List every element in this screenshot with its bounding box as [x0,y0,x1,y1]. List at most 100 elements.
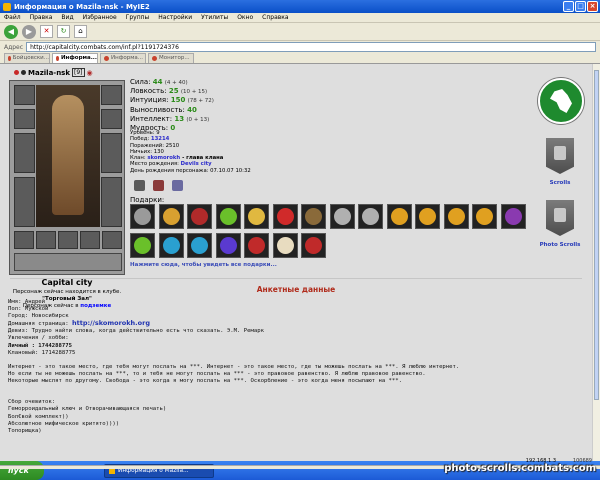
character-avatar [36,85,100,227]
gift-item[interactable] [130,233,155,258]
blue-mushroom-icon [162,237,180,254]
shield-slot[interactable] [101,133,122,173]
photo-scrolls-label[interactable]: Photo Scrolls [535,242,585,248]
gift-item[interactable] [472,204,497,229]
menu-utilities[interactable]: Утилиты [201,14,228,21]
menu-file[interactable]: Файл [4,14,21,21]
medal-icon[interactable] [153,180,164,191]
green-ring-icon [134,237,151,254]
address-input[interactable]: http://capitalcity.combats.com/inf.pl?11… [26,42,596,52]
gift-item[interactable] [272,204,298,229]
profile-list-item: Абсолютное мифическое критято)))) [8,420,120,427]
tab-monitor[interactable]: Монитор... [148,53,194,63]
scrolls-banner[interactable] [546,138,574,174]
profile-list-item: Бол€вой комплект)) [8,413,69,420]
refresh-icon[interactable]: ↻ [57,25,70,38]
helmet-slot[interactable] [14,85,35,105]
page-content: Mazila-nsk [9] ◉ Capital city Персонаж с… [0,64,592,465]
gift-item[interactable] [443,204,469,229]
maximize-button[interactable]: □ [575,1,586,12]
weapon-slot[interactable] [14,133,35,173]
gift-item[interactable] [187,204,212,229]
gift-item[interactable] [301,204,326,229]
clan-link[interactable]: skomorokh [147,155,180,161]
medal-icon[interactable] [134,180,145,191]
gift-item[interactable] [158,233,184,258]
gift-item[interactable] [358,204,383,229]
menu-favorites[interactable]: Избранное [83,14,117,21]
boots-slot[interactable] [101,177,122,227]
tab-info-active[interactable]: Информа... [52,53,98,63]
gift-item[interactable] [215,204,241,229]
gift-item[interactable] [158,204,184,229]
scrollbar-thumb[interactable] [594,70,599,400]
gift-item[interactable] [329,204,355,229]
menu-groups[interactable]: Группы [126,14,150,21]
gift-item[interactable] [272,233,298,258]
all-gifts-link[interactable]: Нажмите сюда, чтобы увидеть все подарки.… [130,262,277,268]
scrolls-label[interactable]: Scrolls [535,180,585,186]
tab-icon [56,56,59,61]
ring-slot[interactable] [102,231,122,249]
homepage-link[interactable]: http://skomorokh.org [72,319,150,327]
clan-emblem[interactable] [538,78,584,124]
menu-edit[interactable]: Правка [30,14,53,21]
earrings-slot[interactable] [101,85,122,105]
gift-item[interactable] [130,204,155,229]
stat-row: Интуиция: 150 (78 + 72) [130,96,214,105]
ring-slot[interactable] [80,231,100,249]
menu-view[interactable]: Вид [61,14,73,21]
red-card-icon [248,237,265,254]
gift-item[interactable] [415,204,440,229]
close-button[interactable]: × [587,1,598,12]
home-icon[interactable]: ⌂ [74,25,87,38]
gift-item[interactable] [215,233,241,258]
blue-mushroom-icon [191,237,208,254]
minimize-button[interactable]: _ [563,1,574,12]
tab-info[interactable]: Информа... [100,53,146,63]
belt-slots[interactable] [14,253,122,271]
vertical-scrollbar[interactable] [592,64,600,465]
address-label: Адрес [4,43,24,51]
profile-list-item: Топорищка) [8,427,42,434]
gift-item[interactable] [301,233,326,258]
menu-settings[interactable]: Настройки [158,14,192,21]
clan-icon[interactable] [21,70,26,75]
amulet-slot[interactable] [14,109,35,129]
tab-bar: Бойцовски... Информа... Информа... Монит… [0,53,600,64]
profile-text: Но если ты не можешь послать на ***, то … [8,370,426,377]
cauldron-icon [305,208,322,225]
ring-slot[interactable] [14,231,34,249]
tab-fights[interactable]: Бойцовски... [4,53,50,63]
menu-help[interactable]: Справка [262,14,288,21]
info-icon[interactable]: ◉ [87,69,93,77]
toolbar: ◀ ▶ ✕ ↻ ⌂ [0,23,600,41]
menu-window[interactable]: Окно [237,14,253,21]
forward-button[interactable]: ▶ [22,24,36,39]
medal-icon[interactable] [172,180,183,191]
gift-item[interactable] [244,233,269,258]
info-birthday: День рождения персонажа: 07.10.07 10:32 [130,167,251,174]
start-button[interactable]: пуск [0,461,44,480]
crescent-moon-icon [476,208,493,225]
gift-item[interactable] [244,204,269,229]
stats-block: Сила: 44 (4 + 40) Ловкость: 25 (10 + 15)… [130,78,310,133]
window-titlebar: Информация о Mazila-nsk - MyIE2 _ □ × [0,0,600,13]
back-button[interactable]: ◀ [4,24,18,39]
armor-slot[interactable] [14,177,35,227]
stat-row: Выносливость: 40 [130,105,197,114]
gift-item[interactable] [500,204,526,229]
ring-slot[interactable] [58,231,78,249]
watermark: photo.scrolls.combats.com [444,463,596,474]
ring-slot[interactable] [36,231,56,249]
profile-list-item: Геморроидальный ключ и Отворачивающаяся … [8,406,167,413]
gift-item[interactable] [386,204,412,229]
stop-icon[interactable]: ✕ [40,25,53,38]
gloves-slot[interactable] [101,109,122,129]
crescent-moon-icon [419,208,436,225]
badges-row [134,180,183,191]
gift-item[interactable] [187,233,212,258]
photo-scrolls-banner[interactable] [546,200,574,236]
profile-title: Анкетные данные [256,285,336,294]
purple-hat-icon [219,237,237,254]
